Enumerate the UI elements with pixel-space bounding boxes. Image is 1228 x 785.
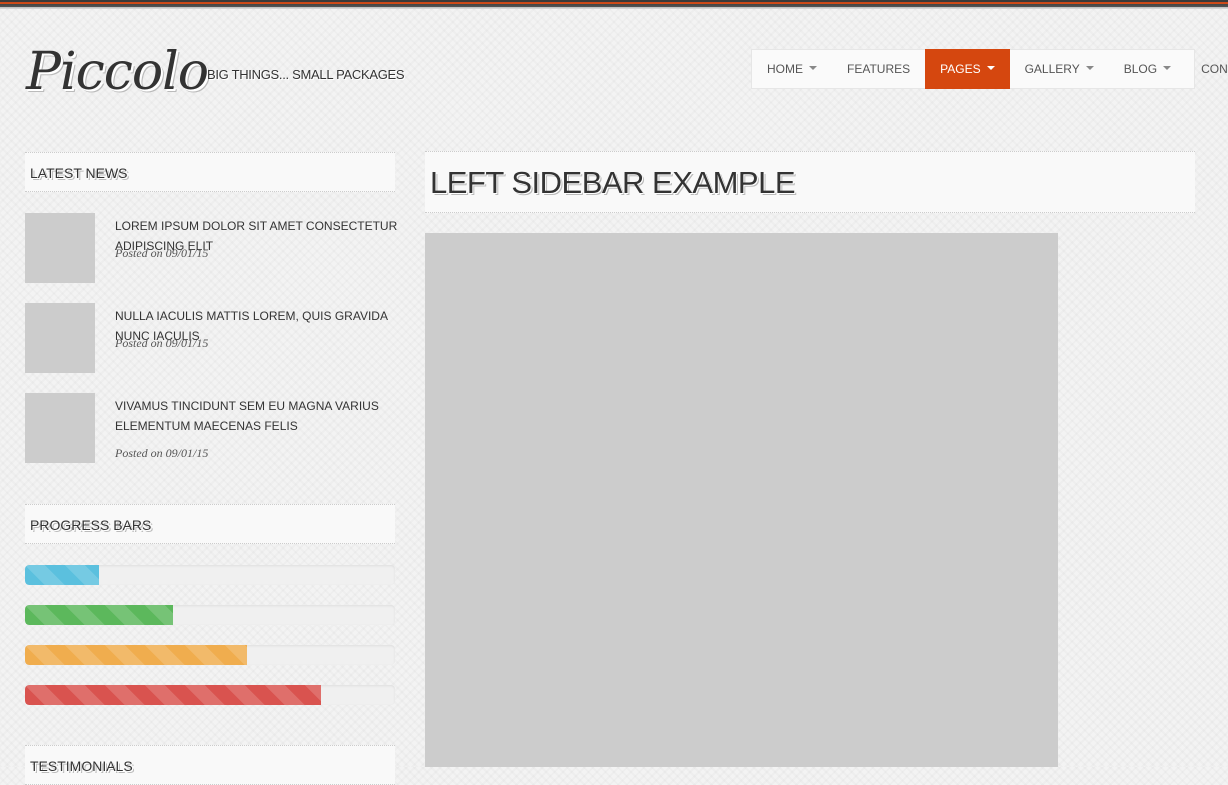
news-item: NULLA IACULIS MATTIS LOREM, QUIS GRAVIDA… bbox=[25, 303, 396, 373]
nav-item-label: BLOG bbox=[1123, 62, 1158, 76]
top-accent-bar bbox=[0, 0, 1228, 9]
nav-item-gallery[interactable]: GALLERY bbox=[1010, 49, 1109, 89]
progress-bar bbox=[25, 565, 395, 585]
caret-down-icon bbox=[1085, 65, 1094, 70]
page-header: LEFT SIDEBAR EXAMPLE bbox=[425, 151, 1195, 213]
site-logo[interactable]: Piccolo bbox=[26, 40, 209, 104]
testimonials-header: TESTIMONIALS bbox=[25, 745, 395, 785]
nav-item-features[interactable]: FEATURES bbox=[832, 49, 925, 89]
placeholder-image bbox=[425, 233, 1058, 767]
nav-item-label: PAGES bbox=[940, 62, 981, 76]
nav-item-contact[interactable]: CONTACT bbox=[1186, 49, 1228, 89]
widget-title: LATEST NEWS bbox=[30, 165, 128, 181]
caret-down-icon bbox=[1163, 65, 1172, 70]
progress-bar bbox=[25, 645, 395, 665]
progress-bar bbox=[25, 605, 395, 625]
news-item: VIVAMUS TINCIDUNT SEM EU MAGNA VARIUS EL… bbox=[25, 393, 396, 463]
news-item: LOREM IPSUM DOLOR SIT AMET CONSECTETUR A… bbox=[25, 213, 397, 283]
nav-item-label: FEATURES bbox=[847, 62, 911, 76]
news-date: Posted on 09/01/15 bbox=[115, 246, 209, 260]
nav-item-home[interactable]: HOME bbox=[752, 49, 832, 89]
progress-bar-fill bbox=[25, 605, 173, 625]
nav-item-label: GALLERY bbox=[1024, 62, 1080, 76]
widget-title: PROGRESS BARS bbox=[30, 517, 152, 533]
nav-item-blog[interactable]: BLOG bbox=[1109, 49, 1186, 89]
progress-bar-fill bbox=[25, 685, 321, 705]
caret-down-icon bbox=[809, 65, 817, 70]
news-title-link[interactable]: VIVAMUS TINCIDUNT SEM EU MAGNA VARIUS EL… bbox=[115, 396, 401, 436]
news-thumbnail[interactable] bbox=[25, 393, 95, 463]
nav-item-label: HOME bbox=[767, 62, 803, 76]
page-title: LEFT SIDEBAR EXAMPLE bbox=[430, 165, 796, 200]
caret-down-icon bbox=[986, 65, 995, 70]
main-nav: HOME FEATURES PAGES GALLERY BLOG CONTACT bbox=[751, 49, 1228, 89]
news-thumbnail[interactable] bbox=[25, 213, 95, 283]
progress-bar bbox=[25, 685, 395, 705]
progress-bars-header: PROGRESS BARS bbox=[25, 504, 395, 544]
site-tagline: BIG THINGS... SMALL PACKAGES bbox=[207, 67, 405, 82]
nav-item-label: CONTACT bbox=[1201, 62, 1228, 76]
news-date: Posted on 09/01/15 bbox=[115, 446, 209, 460]
latest-news-header: LATEST NEWS bbox=[25, 152, 395, 192]
news-date: Posted on 09/01/15 bbox=[115, 336, 209, 350]
news-thumbnail[interactable] bbox=[25, 303, 95, 373]
widget-title: TESTIMONIALS bbox=[30, 758, 133, 774]
progress-bar-fill bbox=[25, 565, 99, 585]
nav-item-pages[interactable]: PAGES bbox=[925, 49, 1010, 89]
progress-bar-fill bbox=[25, 645, 247, 665]
